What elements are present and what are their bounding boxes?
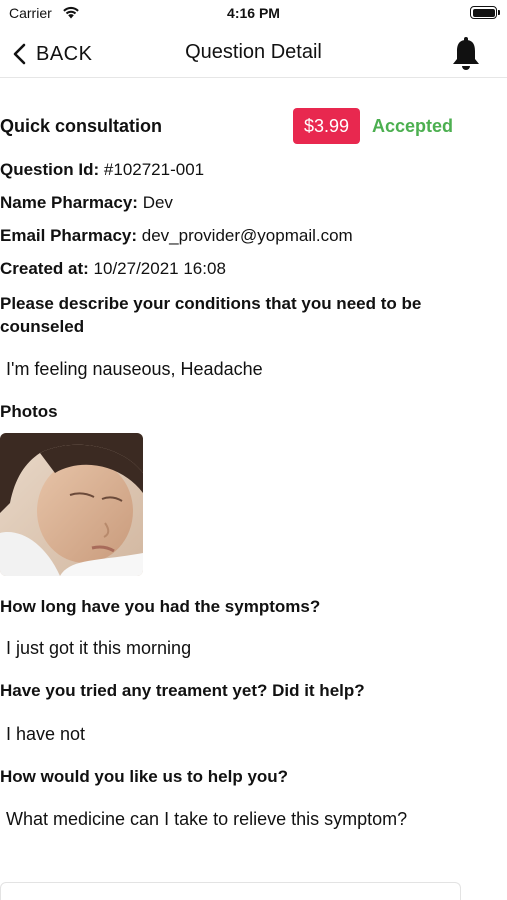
answer-text: I'm feeling nauseous, Headache (6, 359, 263, 379)
answer-text: I have not (6, 724, 86, 744)
price-badge: $3.99 (293, 108, 360, 144)
created-at-row: Created at: 10/27/2021 16:08 (0, 259, 226, 279)
bell-icon (453, 37, 479, 70)
bottom-card (0, 882, 461, 900)
status-badge: Accepted (372, 116, 454, 136)
question-label: How would you like us to help you? (0, 767, 289, 786)
pharmacy-name-label: Name Pharmacy: (0, 193, 138, 212)
notifications-button[interactable] (451, 36, 481, 72)
question-id-label: Question Id: (0, 160, 100, 179)
woman-headache-photo (0, 433, 143, 576)
answer-text: I just got it this morning (6, 638, 192, 658)
status-time: 4:16 PM (227, 5, 280, 21)
question-header: Quick consultation $3.99 Accepted (0, 108, 507, 144)
pharmacy-name-row: Name Pharmacy: Dev (0, 193, 173, 213)
photos-label: Photos (0, 402, 58, 421)
answer-text: What medicine can I take to relieve this… (6, 809, 408, 829)
consultation-type: Quick consultation (0, 116, 163, 136)
pharmacy-email-row: Email Pharmacy: dev_provider@yopmail.com (0, 226, 353, 246)
question-label: How long have you had the symptoms? (0, 597, 321, 616)
pharmacy-email-value: dev_provider@yopmail.com (141, 226, 353, 245)
question-label: Please describe your conditions that you… (0, 294, 422, 336)
battery-icon (470, 6, 500, 19)
status-bar: Carrier 4:16 PM (0, 0, 507, 28)
question-id-value: #102721-001 (103, 160, 205, 179)
created-at-label: Created at: (0, 259, 89, 278)
created-at-value: 10/27/2021 16:08 (93, 259, 226, 278)
pharmacy-email-label: Email Pharmacy: (0, 226, 138, 245)
navigation-bar: BACK Question Detail (0, 30, 507, 78)
page-title: Question Detail (185, 41, 322, 63)
question-id-row: Question Id: #102721-001 (0, 160, 204, 180)
photo-thumbnail[interactable] (0, 433, 143, 576)
pharmacy-name-value: Dev (142, 193, 173, 212)
question-label: Have you tried any treament yet? Did it … (0, 681, 365, 700)
